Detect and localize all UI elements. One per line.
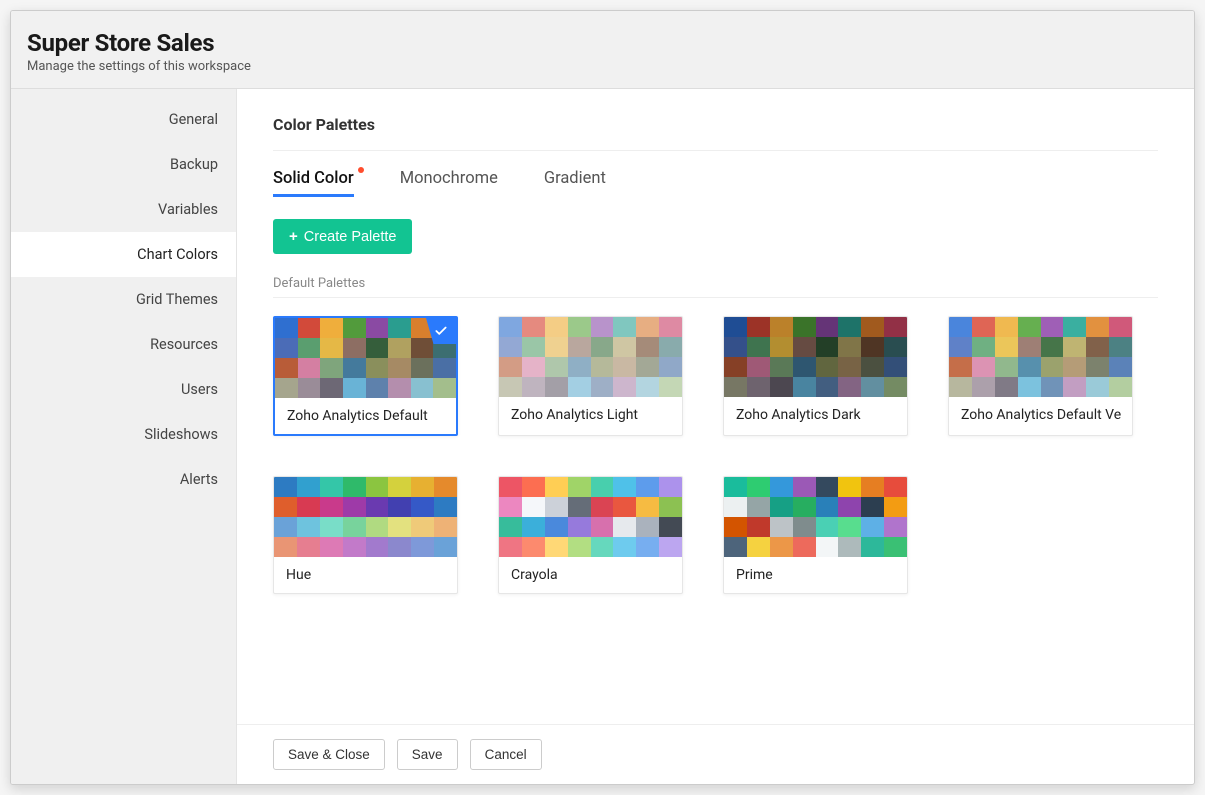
palette-group-label: Default Palettes <box>273 276 1158 298</box>
palette-swatches <box>275 318 456 398</box>
palette-card[interactable]: Prime <box>723 476 908 594</box>
sidebar-item-variables[interactable]: Variables <box>11 187 236 232</box>
sidebar-item-alerts[interactable]: Alerts <box>11 457 236 502</box>
tab-solid-color[interactable]: Solid Color <box>273 169 354 197</box>
tab-gradient[interactable]: Gradient <box>544 169 606 197</box>
sidebar-item-general[interactable]: General <box>11 97 236 142</box>
content-area: Color Palettes Solid Color Monochrome Grad… <box>237 89 1194 724</box>
sidebar-item-resources[interactable]: Resources <box>11 322 236 367</box>
create-palette-button[interactable]: + Create Palette <box>273 219 412 254</box>
palette-card[interactable]: Zoho Analytics Default Ve <box>948 316 1133 436</box>
palette-card[interactable]: Hue <box>273 476 458 594</box>
palette-card[interactable]: Crayola <box>498 476 683 594</box>
palette-card[interactable]: Zoho Analytics Light <box>498 316 683 436</box>
sidebar-item-grid-themes[interactable]: Grid Themes <box>11 277 236 322</box>
palette-swatches <box>949 317 1132 397</box>
palette-swatches <box>724 317 907 397</box>
window-header: Super Store Sales Manage the settings of… <box>11 11 1194 89</box>
section-title: Color Palettes <box>273 115 1158 151</box>
main-area: Color Palettes Solid Color Monochrome Grad… <box>237 89 1194 784</box>
palette-type-tabs: Solid Color Monochrome Gradient <box>273 169 1158 197</box>
settings-window: Super Store Sales Manage the settings of… <box>10 10 1195 785</box>
palette-name: Zoho Analytics Default <box>275 398 456 434</box>
window-body: GeneralBackupVariablesChart ColorsGrid T… <box>11 89 1194 784</box>
palette-swatches <box>274 477 457 557</box>
create-palette-label: Create Palette <box>304 229 397 245</box>
palette-swatches <box>499 477 682 557</box>
palette-grid: Zoho Analytics Default Zoho Analytics Lig… <box>273 316 1158 594</box>
sidebar-item-chart-colors[interactable]: Chart Colors <box>11 232 236 277</box>
save-close-button[interactable]: Save & Close <box>273 739 385 770</box>
plus-icon: + <box>289 228 298 245</box>
cancel-button[interactable]: Cancel <box>470 739 542 770</box>
palette-name: Crayola <box>499 557 682 593</box>
palette-name: Zoho Analytics Dark <box>724 397 907 433</box>
palette-name: Hue <box>274 557 457 593</box>
palette-name: Zoho Analytics Light <box>499 397 682 433</box>
page-subtitle: Manage the settings of this workspace <box>27 59 1174 74</box>
sidebar-item-backup[interactable]: Backup <box>11 142 236 187</box>
sidebar-item-users[interactable]: Users <box>11 367 236 412</box>
palette-swatches <box>724 477 907 557</box>
page-title: Super Store Sales <box>27 29 1174 57</box>
palette-card[interactable]: Zoho Analytics Dark <box>723 316 908 436</box>
tab-monochrome[interactable]: Monochrome <box>400 169 498 197</box>
notification-dot-icon <box>358 167 364 173</box>
sidebar-item-slideshows[interactable]: Slideshows <box>11 412 236 457</box>
save-button[interactable]: Save <box>397 739 458 770</box>
palette-swatches <box>499 317 682 397</box>
footer-bar: Save & Close Save Cancel <box>237 724 1194 784</box>
settings-sidebar: GeneralBackupVariablesChart ColorsGrid T… <box>11 89 237 784</box>
palette-card[interactable]: Zoho Analytics Default <box>273 316 458 436</box>
palette-name: Zoho Analytics Default Ve <box>949 397 1132 433</box>
palette-name: Prime <box>724 557 907 593</box>
